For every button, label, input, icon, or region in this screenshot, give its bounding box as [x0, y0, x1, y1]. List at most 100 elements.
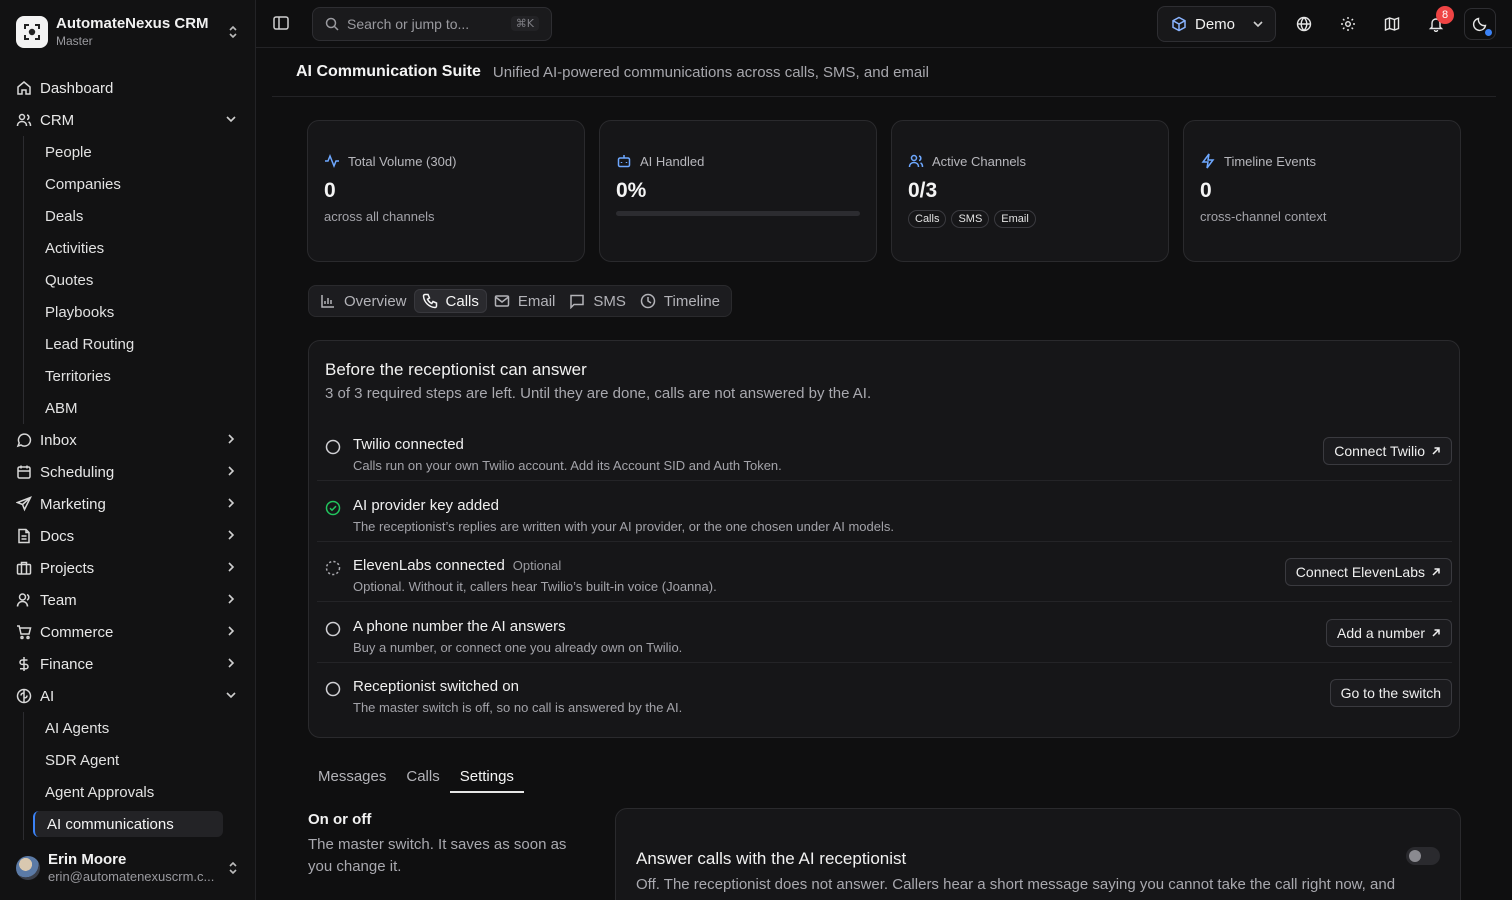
receptionist-switch-panel: Answer calls with the AI receptionist Of… [615, 808, 1461, 900]
sidebar-item-quotes[interactable]: Quotes [33, 267, 223, 293]
chevron-right-icon [224, 432, 238, 446]
step-title: ElevenLabs connected [353, 557, 505, 574]
sidebar-item-playbooks[interactable]: Playbooks [33, 299, 223, 325]
tab-calls-list[interactable]: Calls [396, 762, 449, 793]
arrow-up-right-icon [1431, 567, 1441, 577]
sidebar-item-activities[interactable]: Activities [33, 235, 223, 261]
nav-scheduling[interactable]: Scheduling [8, 458, 248, 486]
step-title: Twilio connected [353, 436, 464, 453]
tab-calls[interactable]: Calls [413, 289, 487, 313]
connect-twilio-button[interactable]: Connect Twilio [1323, 437, 1452, 465]
setup-subtitle: 3 of 3 required steps are left. Until th… [325, 385, 872, 402]
stat-sub: across all channels [324, 209, 435, 224]
tab-label: Timeline [663, 292, 721, 310]
sidebar-item-people[interactable]: People [33, 139, 223, 165]
gear-icon[interactable] [1338, 14, 1358, 34]
nav-inbox[interactable]: Inbox [8, 426, 248, 454]
mail-icon [494, 293, 510, 309]
tab-timeline[interactable]: Timeline [633, 289, 727, 313]
sidebar-item-lead-routing[interactable]: Lead Routing [33, 331, 223, 357]
nav-marketing[interactable]: Marketing [8, 490, 248, 518]
bot-icon [616, 153, 632, 169]
theme-toggle-button[interactable] [1464, 8, 1496, 40]
sidebar-item-agent-approvals[interactable]: Agent Approvals [33, 779, 223, 805]
step-description: Calls run on your own Twilio account. Ad… [353, 458, 782, 473]
sidebar-item-ai-communications[interactable]: AI communications [33, 811, 223, 837]
nav-projects[interactable]: Projects [8, 554, 248, 582]
nav-crm[interactable]: CRM [8, 106, 248, 134]
nav-label: Team [40, 591, 77, 609]
button-label: Connect ElevenLabs [1295, 564, 1425, 580]
app-root: AutomateNexus CRM Master Dashboard CRM P… [0, 0, 1512, 900]
tab-label: Calls [445, 292, 479, 310]
box-icon [1171, 16, 1187, 32]
org-switcher[interactable]: AutomateNexus CRM Master [16, 14, 240, 50]
search-shortcut: ⌘K [510, 16, 539, 31]
step-description: Optional. Without it, callers hear Twili… [353, 579, 717, 594]
workspace-select[interactable]: Demo [1157, 6, 1276, 42]
user-menu[interactable]: Erin Moore erin@automatenexuscrm.c... [16, 850, 240, 886]
setup-step-phone-number: A phone number the AI answers Buy a numb… [317, 603, 1452, 663]
channel-chip-calls: Calls [908, 210, 947, 228]
tab-email[interactable]: Email [487, 289, 563, 313]
cart-icon [16, 624, 32, 640]
globe-icon[interactable] [1294, 14, 1314, 34]
message-circle-icon [16, 432, 32, 448]
nav-label: Docs [40, 527, 75, 545]
tab-sms[interactable]: SMS [562, 289, 633, 313]
button-label: Add a number [1337, 625, 1425, 641]
page-subtitle: Unified AI-powered communications across… [492, 63, 929, 81]
chevron-down-icon [224, 688, 238, 702]
go-to-switch-button[interactable]: Go to the switch [1329, 679, 1452, 707]
stat-sub: cross-channel context [1200, 209, 1327, 224]
nav-team[interactable]: Team [8, 586, 248, 614]
nav-finance[interactable]: Finance [8, 650, 248, 678]
sidebar-toggle-icon[interactable] [272, 14, 292, 34]
sidebar-item-deals[interactable]: Deals [33, 203, 223, 229]
circle-icon [325, 621, 341, 637]
tab-label: Email [517, 292, 556, 310]
nav-label: Projects [40, 559, 95, 577]
panel-description: Off. The receptionist does not answer. C… [636, 876, 1396, 893]
map-icon[interactable] [1382, 14, 1402, 34]
calendar-icon [16, 464, 32, 480]
chevrons-up-down-icon [226, 860, 240, 876]
nav-dashboard[interactable]: Dashboard [8, 74, 248, 102]
sidebar-item-territories[interactable]: Territories [33, 363, 223, 389]
connect-elevenlabs-button[interactable]: Connect ElevenLabs [1284, 558, 1452, 586]
sidebar-item-companies[interactable]: Companies [33, 171, 223, 197]
tab-messages[interactable]: Messages [308, 762, 396, 793]
nav-docs[interactable]: Docs [8, 522, 248, 550]
nav-label: Finance [40, 655, 94, 673]
avatar [16, 856, 40, 880]
tab-label: SMS [593, 292, 626, 310]
nav-label: Scheduling [40, 463, 115, 481]
nav-label: AI [40, 687, 55, 705]
add-number-button[interactable]: Add a number [1326, 619, 1452, 647]
stat-value: 0/3 [908, 179, 938, 202]
nav-commerce[interactable]: Commerce [8, 618, 248, 646]
stat-label: Active Channels [932, 153, 1026, 169]
notification-badge: 8 [1436, 6, 1454, 24]
receptionist-toggle[interactable] [1406, 847, 1440, 865]
tab-settings[interactable]: Settings [449, 762, 524, 793]
button-label: Go to the switch [1340, 685, 1441, 701]
tab-overview[interactable]: Overview [313, 289, 414, 313]
sidebar-item-ai-agents[interactable]: AI Agents [33, 715, 223, 741]
arrow-up-right-icon [1431, 446, 1441, 456]
search-icon [325, 17, 339, 31]
sidebar-item-abm[interactable]: ABM [33, 395, 223, 421]
circle-icon [325, 439, 341, 455]
user-email: erin@automatenexuscrm.c... [48, 869, 215, 884]
search-input[interactable]: Search or jump to... ⌘K [312, 7, 552, 41]
stat-value: 0% [616, 179, 647, 202]
dollar-icon [16, 656, 32, 672]
sidebar-item-sdr-agent[interactable]: SDR Agent [33, 747, 223, 773]
chevrons-up-down-icon [226, 24, 240, 40]
users-icon [908, 153, 924, 169]
nav-label: Inbox [40, 431, 77, 449]
nav-label: Commerce [40, 623, 114, 641]
chevron-right-icon [224, 592, 238, 606]
nav-ai[interactable]: AI [8, 682, 248, 710]
step-description: Buy a number, or connect one you already… [353, 640, 683, 655]
